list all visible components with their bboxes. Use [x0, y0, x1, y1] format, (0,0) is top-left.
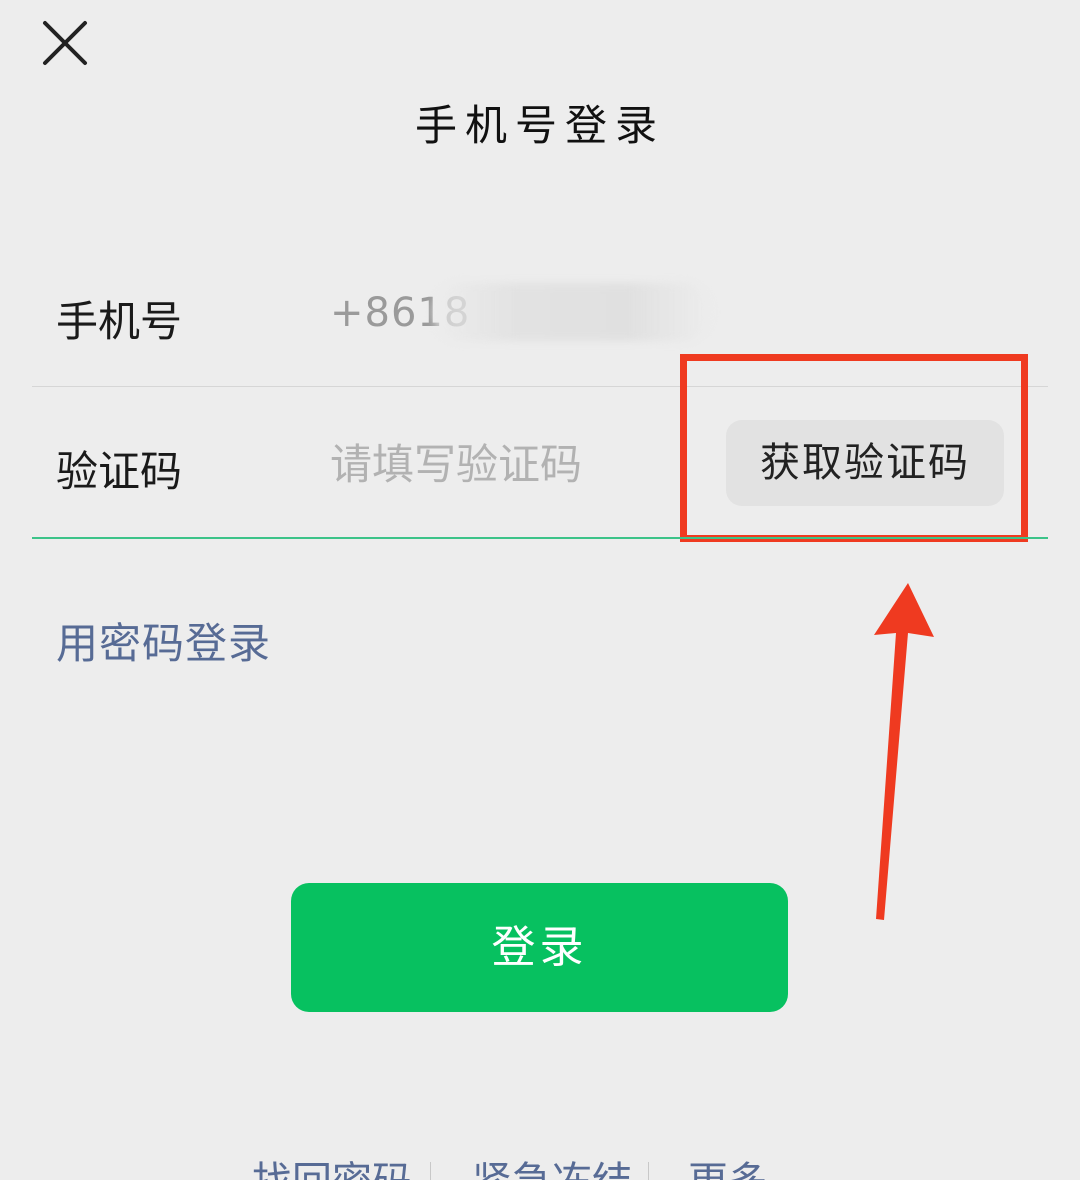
page-title: 手机号登录 — [414, 101, 665, 150]
arrow-up-icon — [874, 583, 934, 920]
footer-link[interactable]: 紧急冻结 — [472, 1162, 632, 1180]
footer-divider — [430, 1162, 431, 1180]
phone-label: 手机号 — [56, 297, 183, 346]
focus-underline — [32, 537, 1048, 539]
footer-link[interactable]: 更多 — [688, 1162, 768, 1180]
phone-redaction-blur — [432, 283, 712, 341]
close-button[interactable] — [36, 14, 94, 72]
footer-divider — [648, 1162, 649, 1180]
highlight-annotation-box — [680, 354, 1028, 542]
close-icon — [43, 21, 87, 65]
login-button[interactable]: 登录 — [291, 883, 788, 1012]
footer-links: 找回密码 紧急冻结 更多 — [240, 1158, 1080, 1180]
code-label: 验证码 — [56, 447, 183, 496]
verification-code-input[interactable] — [330, 434, 670, 494]
footer-link[interactable]: 找回密码 — [252, 1162, 412, 1180]
password-login-link[interactable]: 用密码登录 — [56, 610, 271, 671]
